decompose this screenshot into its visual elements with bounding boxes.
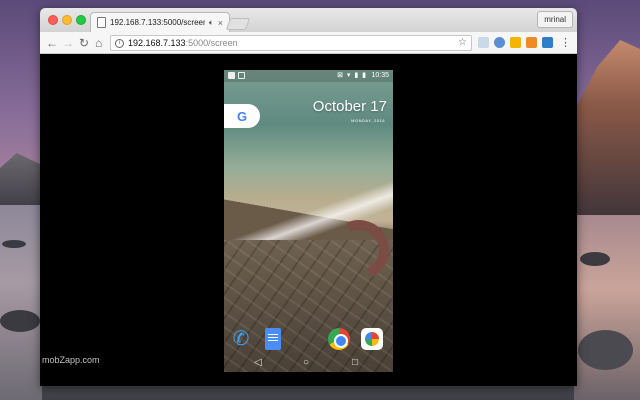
extension-check-icon[interactable] [526,37,537,48]
date-widget-subtitle: MONDAY, 2016 [351,118,385,123]
home-icon[interactable]: ⌂ [95,35,102,51]
tab-title: 192.168.7.133:5000/screen [110,18,205,27]
browser-tab[interactable]: 192.168.7.133:5000/screen 🔈︎ × [90,12,230,32]
recents-key-icon[interactable]: □ [352,356,358,370]
back-key-icon[interactable]: ◁ [254,356,262,370]
date-widget[interactable]: October 17 [313,98,387,115]
desktop-wallpaper-mountain [574,40,640,220]
reload-icon[interactable]: ↻ [79,35,89,51]
window-minimize-button[interactable] [62,15,72,25]
phone-screen-mirror[interactable]: ⊠ ▾ ▮ ▮ 10:35 G October 17 MONDAY, 2016 … [224,70,393,372]
desktop-rock [2,240,26,248]
desktop-wallpaper-lake-left [0,205,42,400]
chrome-app-icon[interactable] [328,328,350,350]
extension-cloud-icon[interactable] [478,37,489,48]
back-arrow-icon[interactable]: ← [46,35,58,51]
window-close-button[interactable] [48,15,58,25]
docs-app-icon[interactable] [265,328,281,350]
phone-navigation-bar: ◁ ○ □ [224,354,393,372]
page-favicon-icon [97,17,106,28]
url-text[interactable]: 192.168.7.133:5000/screen [128,38,238,48]
desktop-rock [578,330,633,370]
extension-blue-icon[interactable] [542,37,553,48]
watermark-text: mobZapp.com [42,355,100,365]
tab-close-icon[interactable]: × [218,18,223,28]
new-tab-button[interactable] [225,18,251,30]
photos-app-icon[interactable] [361,328,383,350]
window-zoom-button[interactable] [76,15,86,25]
address-bar[interactable]: i 192.168.7.133:5000/screen ☆ [110,35,472,51]
profile-button[interactable]: mrinal [537,11,573,28]
desktop-wallpaper-hill [0,153,42,210]
browser-titlebar: 192.168.7.133:5000/screen 🔈︎ × mrinal [40,8,577,32]
home-key-icon[interactable]: ○ [303,356,309,370]
google-search-widget[interactable]: G [224,104,260,128]
forward-arrow-icon[interactable]: → [62,35,74,51]
notification-icon [228,72,235,79]
notification-icon [238,72,245,79]
browser-toolbar: ← → ↻ ⌂ i 192.168.7.133:5000/screen ☆ ⋮ [40,32,577,54]
desktop-rock [0,310,40,332]
desktop-wallpaper-lake-right [574,215,640,400]
url-host: 192.168.7.133 [128,38,186,48]
star-icon[interactable]: ☆ [458,36,467,50]
extension-orange-icon[interactable] [510,37,521,48]
info-icon[interactable]: i [115,38,124,48]
vertical-dots-menu-icon[interactable]: ⋮ [560,35,571,51]
url-path: :5000/screen [185,38,238,48]
extension-person-icon[interactable] [494,37,505,48]
google-icon: G [236,108,248,124]
status-icons: ⊠ ▾ ▮ ▮ [337,72,367,79]
desktop-rock [580,252,610,266]
phone-status-bar: ⊠ ▾ ▮ ▮ 10:35 [224,70,393,82]
speaker-icon[interactable]: 🔈︎ [209,18,214,28]
status-time: 10:35 [371,72,389,79]
phone-app-icon[interactable]: ✆ [230,328,252,350]
